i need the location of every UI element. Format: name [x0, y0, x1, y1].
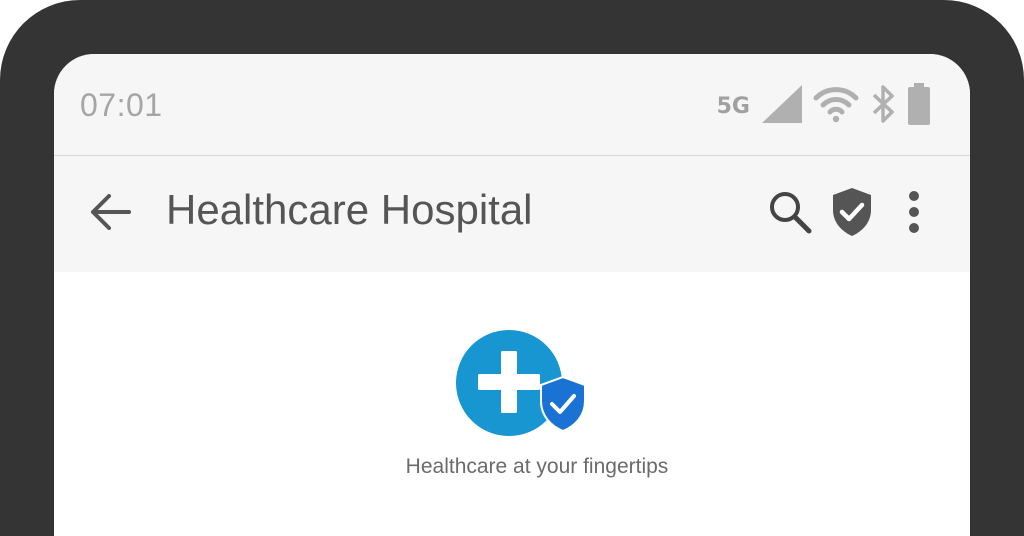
status-bar: 07:01 5G — [54, 54, 970, 156]
tagline-text: Healthcare at your fingertips — [405, 455, 669, 478]
wifi-icon — [812, 84, 860, 129]
back-button[interactable] — [82, 188, 138, 240]
page-title: Healthcare Hospital — [166, 186, 533, 233]
security-button[interactable] — [826, 186, 878, 242]
medical-cross-shield-icon — [456, 329, 591, 439]
more-options-button[interactable] — [892, 186, 936, 242]
device-frame: 07:01 5G Healthcare Hospital Healthcare … — [0, 0, 1024, 536]
signal-icon — [760, 83, 804, 130]
search-icon — [766, 188, 814, 241]
phone-screen: 07:01 5G Healthcare Hospital Healthcare … — [54, 54, 970, 536]
arrow-left-icon — [87, 192, 133, 237]
more-vert-icon — [906, 190, 922, 239]
status-icons: 5G — [716, 82, 932, 131]
bluetooth-icon — [868, 83, 898, 130]
app-bar: Healthcare Hospital — [54, 156, 970, 272]
main-content: Healthcare at your fingertips — [54, 272, 970, 536]
shield-check-icon — [830, 186, 874, 243]
search-button[interactable] — [762, 186, 818, 242]
network-type-label: 5G — [716, 93, 750, 119]
status-time: 07:01 — [80, 87, 163, 123]
battery-icon — [906, 82, 932, 131]
